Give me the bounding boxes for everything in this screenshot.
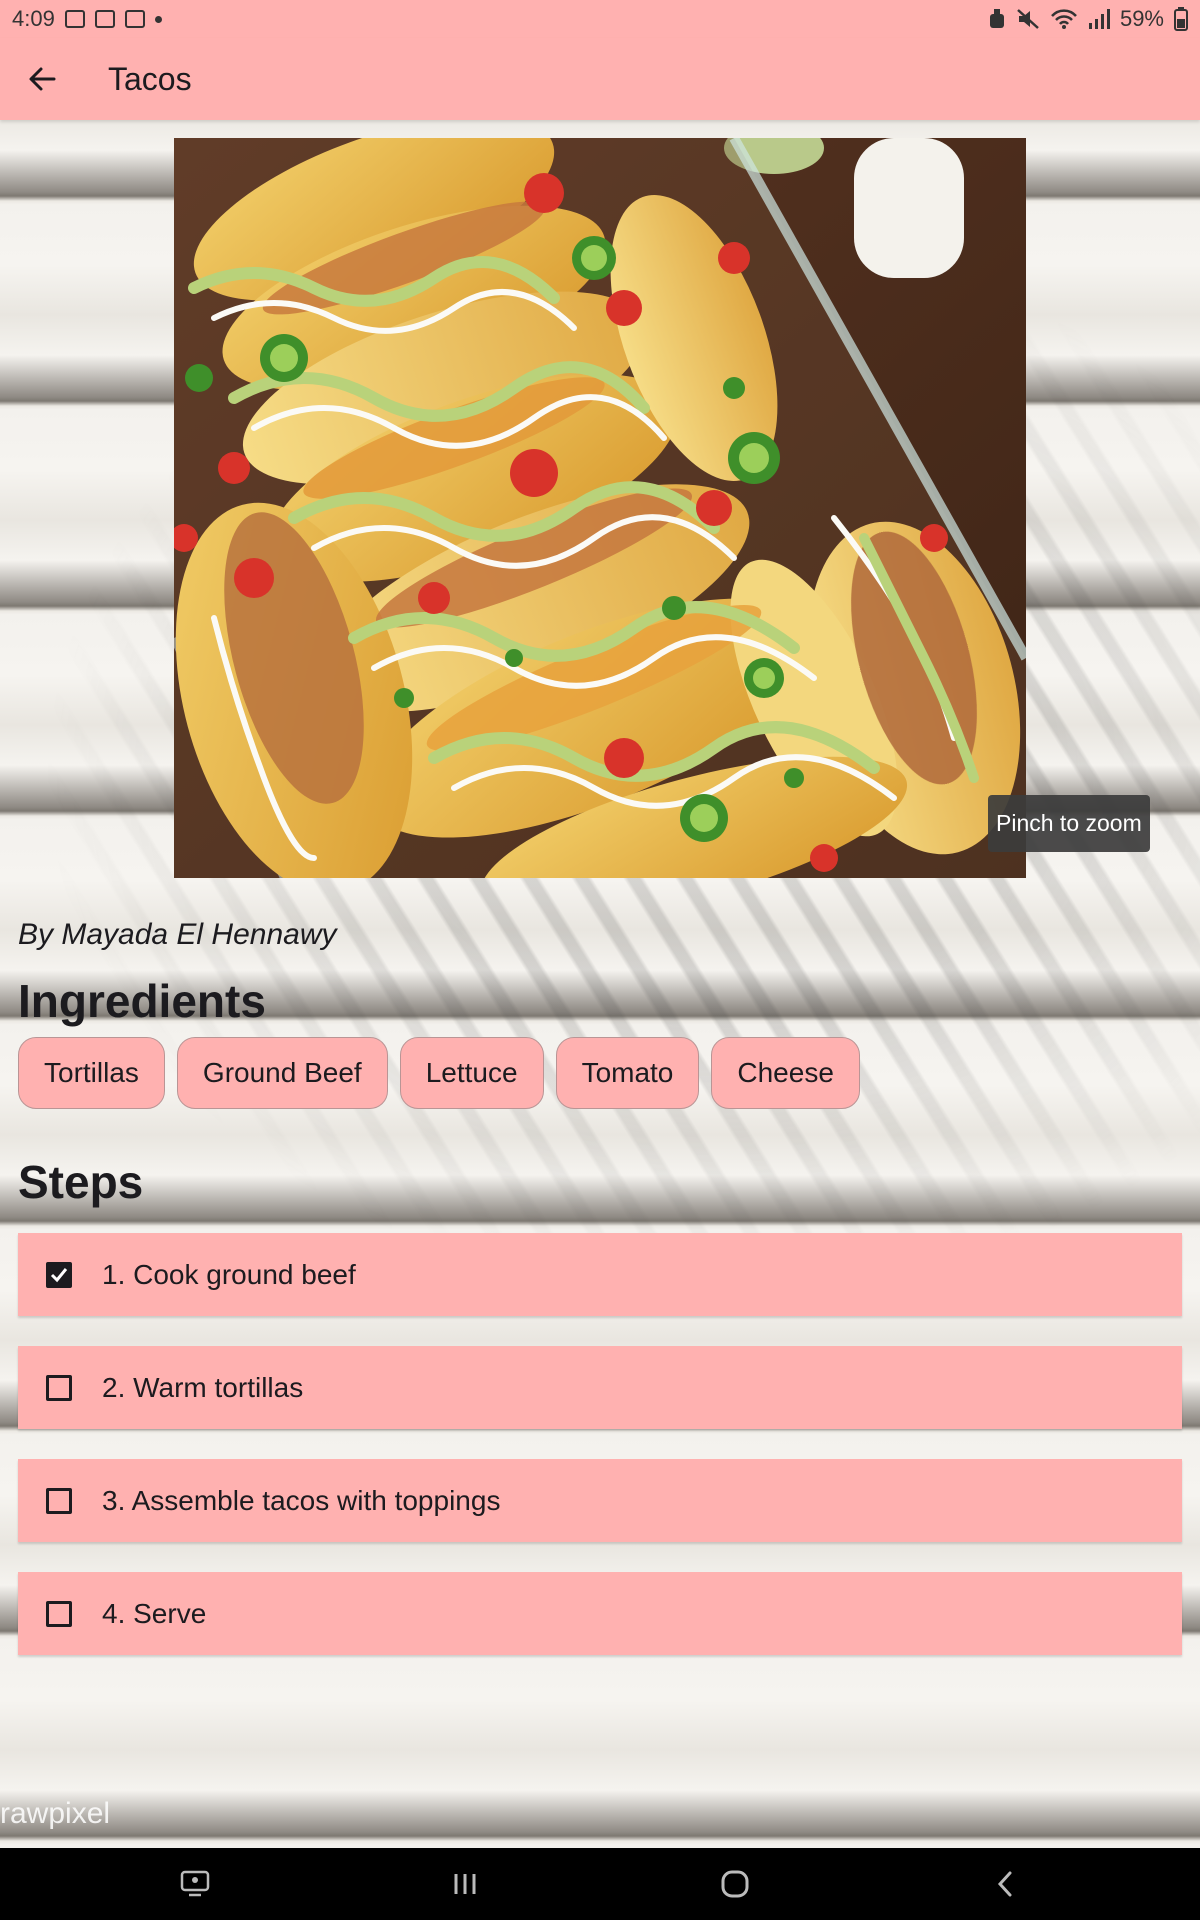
status-time: 4:09 bbox=[12, 6, 55, 31]
ingredient-chip[interactable]: Ground Beef bbox=[176, 1037, 388, 1109]
recents-icon bbox=[454, 1874, 476, 1894]
step-checkbox[interactable] bbox=[46, 1487, 72, 1514]
ingredient-chip[interactable]: Cheese bbox=[711, 1037, 860, 1109]
gallery-notification-icon bbox=[64, 10, 85, 28]
signal-icon bbox=[1088, 9, 1110, 29]
battery-percent: 59% bbox=[1119, 6, 1164, 31]
ingredients-heading: Ingredients bbox=[18, 975, 266, 1027]
ingredient-chip[interactable]: Tomato bbox=[555, 1037, 700, 1109]
step-checkbox[interactable] bbox=[46, 1261, 72, 1288]
recents-button[interactable] bbox=[435, 1854, 495, 1914]
page-title: Tacos bbox=[108, 60, 192, 97]
pinch-to-zoom-tooltip: Pinch to zoom bbox=[988, 795, 1150, 852]
recipe-author: By Mayada El Hennawy bbox=[18, 918, 337, 951]
system-back-button[interactable] bbox=[975, 1854, 1035, 1914]
status-left: 4:09 bbox=[12, 6, 162, 32]
recipe-image[interactable] bbox=[174, 138, 1026, 878]
system-nav-bar bbox=[0, 1848, 1200, 1920]
watermark: rawpixel bbox=[0, 1797, 111, 1830]
check-icon bbox=[50, 1267, 68, 1282]
mute-icon bbox=[1017, 9, 1039, 29]
step-label: 1. Cook ground beef bbox=[102, 1258, 356, 1290]
ingredient-chips: Tortillas Ground Beef Lettuce Tomato Che… bbox=[18, 1037, 860, 1109]
step-checkbox[interactable] bbox=[46, 1600, 72, 1627]
steps-heading: Steps bbox=[18, 1156, 144, 1208]
step-item[interactable]: 1. Cook ground beef bbox=[18, 1233, 1182, 1316]
home-icon bbox=[721, 1870, 749, 1898]
step-item[interactable]: 2. Warm tortillas bbox=[18, 1346, 1182, 1429]
battery-icon bbox=[1174, 7, 1188, 31]
calendar-notification-icon bbox=[124, 10, 145, 28]
step-label: 3. Assemble tacos with toppings bbox=[102, 1484, 501, 1516]
status-right: 59% bbox=[988, 6, 1188, 32]
tacos-photo bbox=[174, 138, 1026, 878]
step-item[interactable]: 4. Serve bbox=[18, 1572, 1182, 1655]
steps-list: 1. Cook ground beef 2. Warm tortillas 3.… bbox=[18, 1233, 1182, 1685]
home-button[interactable] bbox=[705, 1854, 765, 1914]
step-item[interactable]: 3. Assemble tacos with toppings bbox=[18, 1459, 1182, 1542]
recent-apps-keyboard-button[interactable] bbox=[165, 1854, 225, 1914]
ingredient-chip[interactable]: Lettuce bbox=[399, 1037, 544, 1109]
arrow-back-icon bbox=[29, 67, 56, 91]
alarm-icon bbox=[989, 9, 1004, 28]
status-bar: 4:09 59% bbox=[0, 0, 1200, 38]
ingredient-chip[interactable]: Tortillas bbox=[18, 1037, 165, 1109]
step-label: 4. Serve bbox=[102, 1597, 207, 1629]
back-button[interactable] bbox=[14, 51, 70, 107]
step-label: 2. Warm tortillas bbox=[102, 1371, 304, 1403]
wifi-icon bbox=[1051, 9, 1077, 29]
screencast-notification-icon bbox=[94, 10, 115, 28]
app-bar: Tacos bbox=[0, 38, 1200, 120]
more-notifications-icon bbox=[154, 15, 162, 23]
keyboard-switch-icon bbox=[180, 1870, 210, 1897]
chevron-left-icon bbox=[997, 1871, 1012, 1897]
step-checkbox[interactable] bbox=[46, 1374, 72, 1401]
